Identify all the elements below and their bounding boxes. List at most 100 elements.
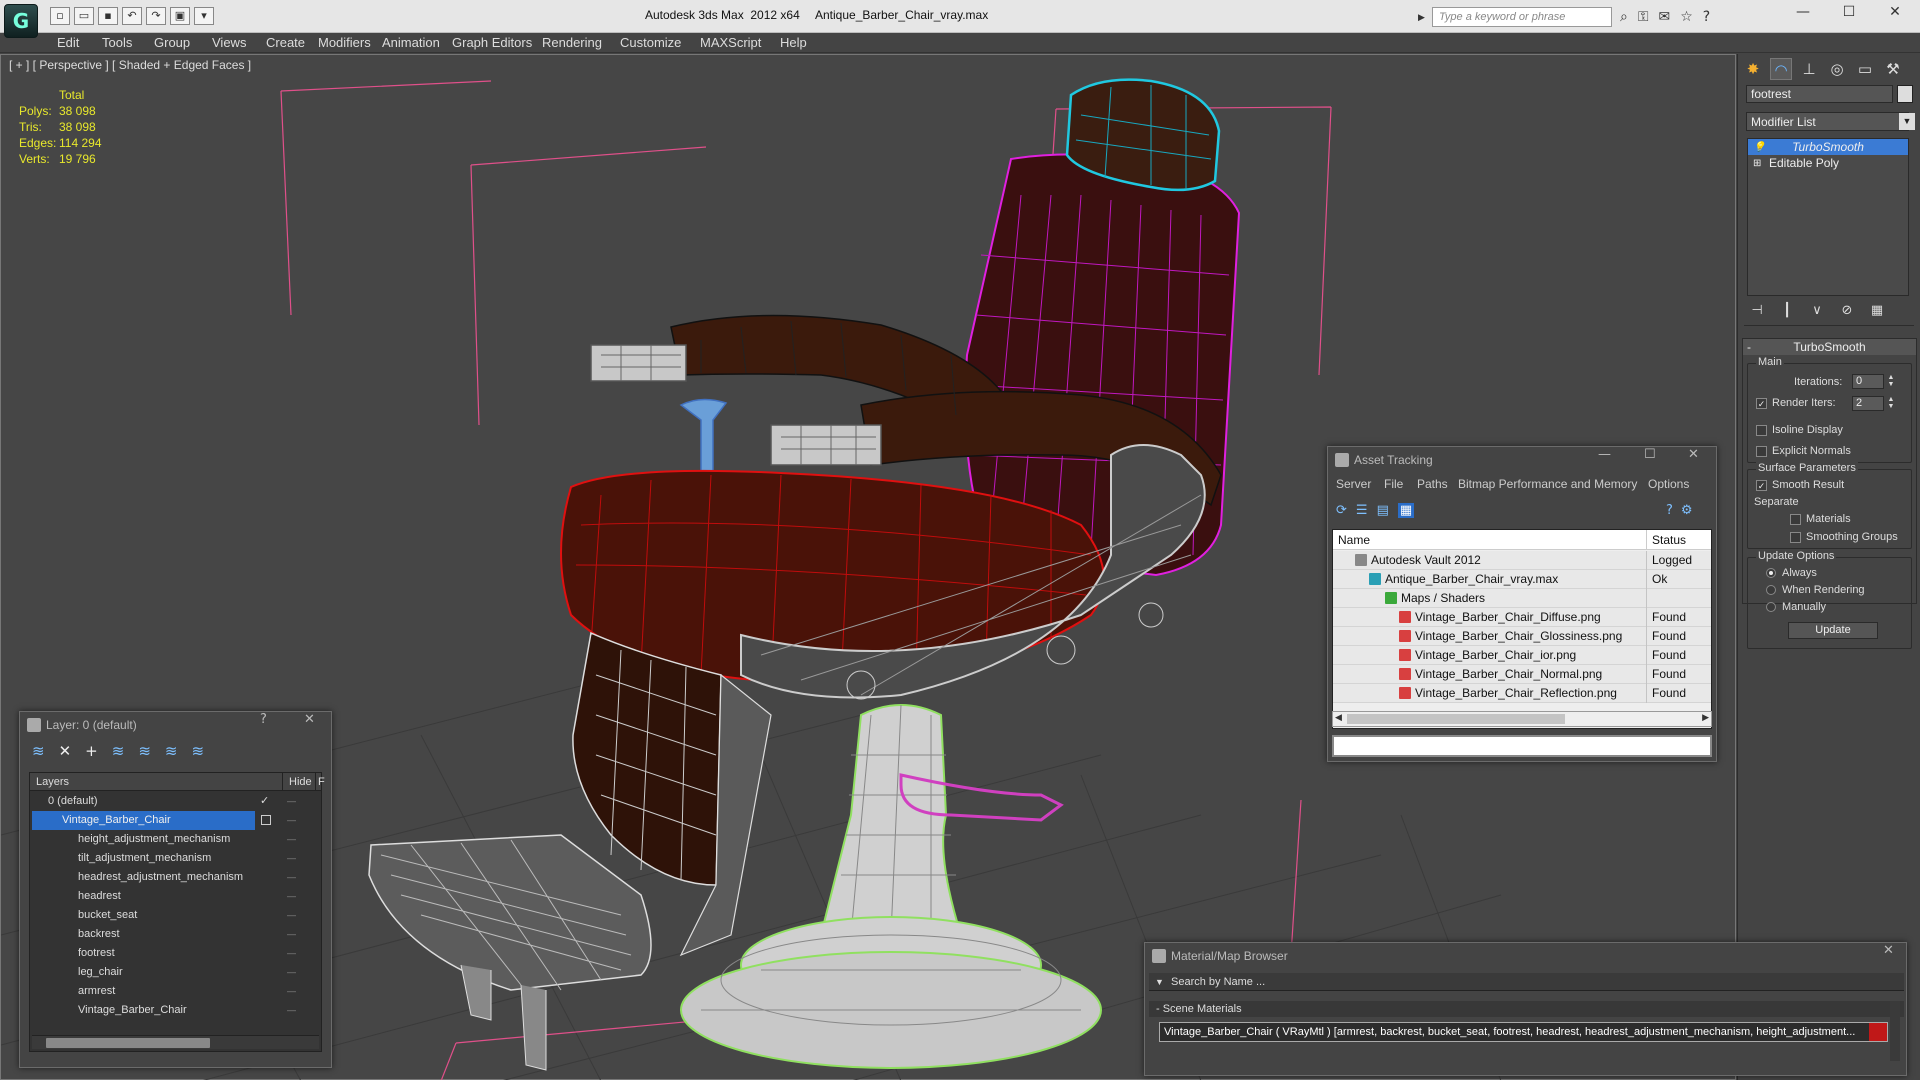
menu-customize[interactable]: Customize (620, 35, 681, 50)
always-radio[interactable] (1766, 568, 1776, 578)
scroll-right-icon[interactable]: ▶ (1702, 712, 1709, 723)
dialog-title-bar[interactable]: Material/Map Browser ✕ (1145, 943, 1906, 969)
iterations-spinner[interactable]: 0 (1852, 374, 1884, 389)
viewport-label[interactable]: [ + ] [ Perspective ] [ Shaded + Edged F… (9, 58, 251, 72)
pin-stack-icon[interactable]: ⊣ (1748, 303, 1766, 318)
manually-radio[interactable] (1766, 602, 1776, 612)
hide-toggle[interactable]: — (287, 963, 296, 982)
workspace-dropdown-icon[interactable]: ▾ (194, 7, 214, 25)
layer-row[interactable]: Vintage_Barber_Chair — (30, 811, 321, 830)
spinner-arrows-icon[interactable]: ▲ ▼ (1886, 374, 1896, 389)
layer-row[interactable]: footrest — (30, 944, 321, 963)
close-icon[interactable]: ✕ (1688, 447, 1699, 462)
redo-icon[interactable]: ↷ (146, 7, 166, 25)
smoothing-groups-checkbox[interactable] (1790, 532, 1801, 543)
binoculars-icon[interactable]: ⌕ (1620, 9, 1628, 25)
hide-toggle[interactable]: — (287, 849, 296, 868)
add-to-layer-icon[interactable]: + (85, 742, 98, 760)
stack-item-editable-poly[interactable]: ⊞ Editable Poly (1748, 155, 1908, 171)
spinner-arrows-icon[interactable]: ▲ ▼ (1886, 396, 1896, 411)
minimize-icon[interactable]: — (1780, 4, 1826, 28)
chevron-down-icon[interactable]: ▼ (1899, 113, 1915, 130)
infocenter-search-input[interactable]: Type a keyword or phrase (1432, 7, 1612, 27)
menu-edit[interactable]: Edit (57, 35, 79, 50)
lightbulb-icon[interactable]: 💡 (1753, 140, 1765, 156)
scroll-left-icon[interactable]: ◀ (1335, 712, 1342, 723)
show-end-result-icon[interactable]: ┃ (1778, 303, 1796, 318)
maximize-icon[interactable]: ☐ (1826, 4, 1872, 28)
layer-row[interactable]: headrest — (30, 887, 321, 906)
save-file-icon[interactable]: ▪ (98, 7, 118, 25)
dialog-title-bar[interactable]: Layer: 0 (default) ? ✕ (20, 712, 331, 738)
select-objects-icon[interactable]: ≋ (112, 742, 125, 760)
asset-row[interactable]: Antique_Barber_Chair_vray.max Ok (1333, 570, 1711, 589)
hide-toggle[interactable]: — (287, 887, 296, 906)
menu-maxscript[interactable]: MAXScript (700, 35, 761, 50)
search-expand-icon[interactable]: ▶ (1418, 7, 1428, 27)
layer-row[interactable]: bucket_seat — (30, 906, 321, 925)
layer-row[interactable]: tilt_adjustment_mechanism — (30, 849, 321, 868)
undo-icon[interactable]: ↶ (122, 7, 142, 25)
settings-icon[interactable]: ⚙ (1681, 503, 1693, 518)
vertical-scrollbar[interactable] (1890, 1001, 1900, 1061)
smooth-result-checkbox[interactable]: ✓ (1756, 480, 1767, 491)
hide-toggle[interactable]: — (287, 868, 296, 887)
help-icon[interactable]: ? (1666, 503, 1673, 518)
menu-options[interactable]: Options (1648, 477, 1689, 491)
asset-row[interactable]: Vintage_Barber_Chair_Glossiness.png Found (1333, 627, 1711, 646)
hide-all-icon[interactable]: ≋ (165, 742, 178, 760)
render-iters-spinner[interactable]: 2 (1852, 396, 1884, 411)
menu-rendering[interactable]: Rendering (542, 35, 602, 50)
asset-path-field[interactable] (1332, 735, 1712, 757)
asset-row[interactable]: Vintage_Barber_Chair_Normal.png Found (1333, 665, 1711, 684)
menu-file[interactable]: File (1384, 477, 1403, 491)
menu-animation[interactable]: Animation (382, 35, 440, 50)
object-color-swatch[interactable] (1897, 85, 1913, 103)
refresh-icon[interactable]: ⟳ (1336, 503, 1347, 518)
layer-row[interactable]: headrest_adjustment_mechanism — (30, 868, 321, 887)
open-file-icon[interactable]: ▭ (74, 7, 94, 25)
column-hide[interactable]: Hide (282, 773, 312, 791)
layer-row[interactable]: backrest — (30, 925, 321, 944)
modifier-list-dropdown[interactable]: Modifier List ▼ (1746, 112, 1915, 131)
menu-group[interactable]: Group (154, 35, 190, 50)
asset-row[interactable]: Autodesk Vault 2012 Logged Out ... (1333, 551, 1711, 586)
expand-plus-icon[interactable]: ⊞ (1753, 156, 1761, 172)
maximize-icon[interactable]: ☐ (1644, 447, 1656, 462)
utilities-tab-icon[interactable]: ⚒ (1882, 58, 1904, 80)
hide-toggle[interactable]: — (287, 830, 296, 849)
column-layers[interactable]: Layers (36, 773, 69, 791)
layer-row[interactable]: leg_chair — (30, 963, 321, 982)
help-icon[interactable]: ? (260, 712, 267, 727)
hide-toggle[interactable]: — (287, 906, 296, 925)
options-dropdown-icon[interactable]: ▼ (1155, 973, 1164, 991)
hierarchy-tab-icon[interactable]: ⊥ (1798, 58, 1820, 80)
hide-toggle[interactable]: — (287, 982, 296, 1001)
asset-row[interactable]: Maps / Shaders (1333, 589, 1711, 608)
menu-paths[interactable]: Paths (1417, 477, 1448, 491)
isoline-display-checkbox[interactable] (1756, 425, 1767, 436)
modify-tab-icon[interactable]: ◠ (1770, 58, 1792, 80)
menu-modifiers[interactable]: Modifiers (318, 35, 371, 50)
update-button[interactable]: Update (1788, 622, 1878, 639)
layer-row[interactable]: armrest — (30, 982, 321, 1001)
hide-toggle[interactable]: — (287, 925, 296, 944)
horizontal-scrollbar[interactable]: ◀ ▶ (1332, 711, 1712, 727)
hide-toggle[interactable]: — (287, 944, 296, 963)
stack-item-turbosmooth[interactable]: 💡 TurboSmooth (1748, 139, 1908, 155)
close-icon[interactable]: ✕ (304, 712, 315, 727)
scrollbar-thumb[interactable] (1347, 714, 1565, 724)
active-box-icon[interactable] (261, 815, 271, 825)
app-logo-icon[interactable]: G (4, 4, 38, 38)
menu-graph-editors[interactable]: Graph Editors (452, 35, 532, 50)
new-file-icon[interactable]: ▫ (50, 7, 70, 25)
active-check-icon[interactable]: ✓ (260, 792, 269, 811)
asset-row[interactable]: Vintage_Barber_Chair_Diffuse.png Found (1333, 608, 1711, 627)
subscription-icon[interactable]: ⚿ (1638, 9, 1649, 25)
asset-row[interactable]: Vintage_Barber_Chair_ior.png Found (1333, 646, 1711, 665)
menu-server[interactable]: Server (1336, 477, 1371, 491)
hide-toggle[interactable]: — (287, 811, 296, 830)
menu-tools[interactable]: Tools (102, 35, 132, 50)
configure-sets-icon[interactable]: ▦ (1868, 303, 1886, 318)
explicit-normals-checkbox[interactable] (1756, 446, 1767, 457)
